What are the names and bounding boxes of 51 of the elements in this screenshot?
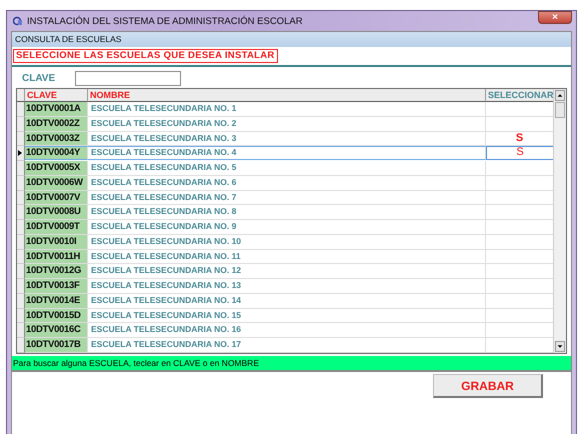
table-cell: ESCUELA TELESECUNDARIA NO. 3 [88,132,486,146]
table-cell: 10DTV0001A [25,102,88,117]
scrollbar-thumb[interactable] [555,102,565,118]
table-cell: 10DTV0012G [25,264,88,279]
table-cell: 10DTV0008U [25,205,88,220]
table-cell: ESCUELA TELESECUNDARIA NO. 16 [88,323,486,338]
table-cell: ESCUELA TELESECUNDARIA NO. 2 [88,116,486,132]
table-cell: 10DTV0003Z [25,132,88,146]
status-bar: Para buscar alguna ESCUELA, teclear en CLAVE o en NOMBRE [12,356,571,372]
close-button[interactable]: × [538,11,572,24]
table-cell: ESCUELA TELESECUNDARIA NO. 14 [88,294,486,308]
app-icon [13,16,23,26]
table-cell: ESCUELA TELESECUNDARIA NO. 12 [88,264,486,279]
window-title: INSTALACIÓN DEL SISTEMA DE ADMINISTRACIÓN ESCOLAR [27,16,303,26]
table-cell: 10DTV0011H [25,250,88,264]
column-header: SELECCIONAR [486,89,554,102]
table-cell: 10DTV0016C [25,323,88,338]
instruction-text: SELECCIONE LAS ESCUELAS QUE DESEA INSTALAR [13,49,278,63]
table-cell: ESCUELA TELESECUNDARIA NO. 5 [88,161,486,176]
table-cell: ESCUELA TELESECUNDARIA NO. 13 [88,279,486,294]
table-cell: 10DTV0015D [25,308,88,324]
column-header: NOMBRE [88,89,486,102]
column-header: CLAVE [25,89,88,102]
table-cell: 10DTV0014E [25,294,88,308]
scroll-up-icon[interactable] [555,90,565,101]
section-header: CONSULTA DE ESCUELAS [12,32,571,47]
input-field[interactable] [75,70,181,86]
table-cell: ESCUELA TELESECUNDARIA NO. 9 [88,220,486,235]
table-cell: ESCUELA TELESECUNDARIA NO. 4 [88,146,486,160]
table-cell: 10DTV0002Z [25,116,88,132]
table-cell: ESCUELA TELESECUNDARIA NO. 8 [88,205,486,220]
save-button[interactable]: GRABAR [433,374,543,398]
table-cell: ESCUELA TELESECUNDARIA NO. 10 [88,234,486,250]
table-cell: ESCUELA TELESECUNDARIA NO. 11 [88,250,486,264]
header-corner [17,89,25,102]
table-cell: 10DTV0004Y [25,146,88,160]
table-cell: ESCUELA TELESECUNDARIA NO. 6 [88,176,486,190]
table-cell: 10DTV0006W [25,176,88,190]
table-cell: 10DTV0005X [25,161,88,176]
table-cell: 10DTV0007V [25,190,88,206]
row-selector[interactable] [17,146,25,161]
table-cell: ESCUELA TELESECUNDARIA NO. 17 [88,338,486,353]
table-cell: 10DTV0010I [25,234,88,250]
table-cell: 10DTV0013F [25,279,88,294]
field-label: CLAVE [21,72,56,84]
table-cell: 10DTV0009T [25,220,88,235]
scroll-down-icon[interactable] [555,341,565,352]
table-cell: ESCUELA TELESECUNDARIA NO. 1 [88,102,486,117]
table-cell: ESCUELA TELESECUNDARIA NO. 7 [88,190,486,206]
table-cell: 10DTV0017B [25,338,88,353]
table-cell: ESCUELA TELESECUNDARIA NO. 15 [88,308,486,324]
